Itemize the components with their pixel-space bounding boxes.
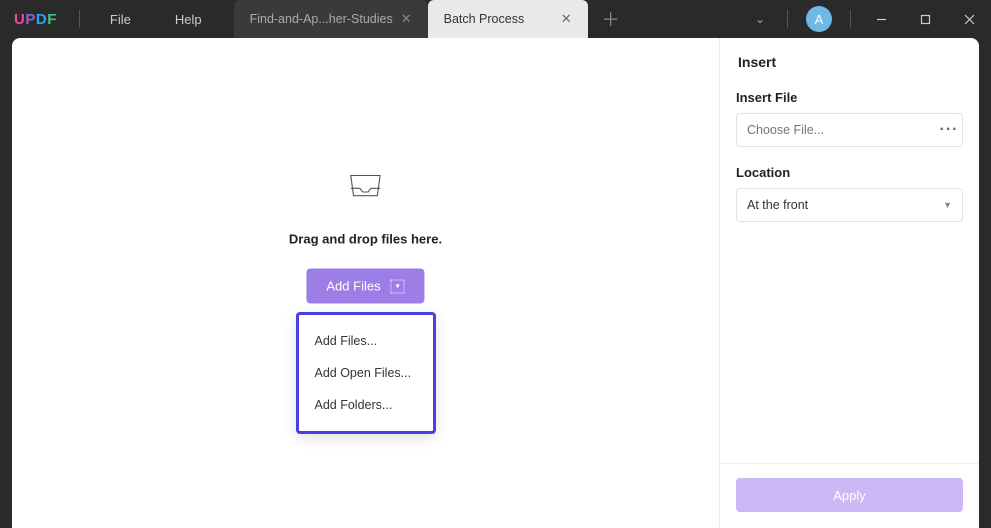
insert-file-section: Insert File ··· bbox=[720, 82, 979, 147]
location-select[interactable]: At the front ▼ bbox=[736, 188, 963, 222]
dropdown-item-add-open-files[interactable]: Add Open Files... bbox=[299, 357, 433, 389]
separator bbox=[787, 10, 788, 28]
add-files-button[interactable]: Add Files bbox=[306, 269, 424, 304]
tab-label: Batch Process bbox=[444, 12, 525, 26]
menu-help[interactable]: Help bbox=[153, 12, 224, 27]
separator bbox=[850, 10, 851, 28]
tab-strip: Find-and-Ap...her-Studies ✕ Batch Proces… bbox=[234, 0, 634, 38]
apply-button[interactable]: Apply bbox=[736, 478, 963, 512]
app-logo: UPDF bbox=[0, 11, 71, 28]
close-icon[interactable]: ✕ bbox=[561, 11, 572, 27]
separator bbox=[79, 10, 80, 28]
location-value: At the front bbox=[747, 198, 808, 212]
main-panel: Drag and drop files here. Add Files Add … bbox=[12, 38, 719, 528]
window-close-button[interactable] bbox=[947, 0, 991, 38]
window-maximize-button[interactable] bbox=[903, 0, 947, 38]
dropdown-item-add-files[interactable]: Add Files... bbox=[299, 325, 433, 357]
insert-file-label: Insert File bbox=[736, 90, 963, 105]
chevron-down-icon: ▼ bbox=[943, 200, 952, 210]
avatar[interactable]: A bbox=[806, 6, 832, 32]
sidebar-title: Insert bbox=[720, 38, 979, 82]
window-minimize-button[interactable] bbox=[859, 0, 903, 38]
new-tab-button[interactable]: ＋ bbox=[588, 0, 634, 38]
browse-icon[interactable]: ··· bbox=[936, 121, 962, 139]
location-section: Location At the front ▼ bbox=[720, 157, 979, 222]
location-label: Location bbox=[736, 165, 963, 180]
titlebar-right: ⌄ A bbox=[741, 0, 991, 38]
inbox-icon bbox=[289, 165, 442, 214]
dropdown-toggle-icon[interactable] bbox=[391, 279, 405, 293]
tab-label: Find-and-Ap...her-Studies bbox=[250, 12, 393, 26]
tab-batch-process[interactable]: Batch Process ✕ bbox=[428, 0, 588, 38]
choose-file-input[interactable] bbox=[737, 123, 936, 137]
workspace: Drag and drop files here. Add Files Add … bbox=[12, 38, 979, 528]
chevron-down-icon[interactable]: ⌄ bbox=[741, 12, 779, 26]
title-bar: UPDF File Help Find-and-Ap...her-Studies… bbox=[0, 0, 991, 38]
dropdown-item-add-folders[interactable]: Add Folders... bbox=[299, 389, 433, 421]
drop-zone[interactable]: Drag and drop files here. Add Files bbox=[289, 165, 442, 304]
menu-file[interactable]: File bbox=[88, 12, 153, 27]
drop-text: Drag and drop files here. bbox=[289, 232, 442, 247]
sidebar: Insert Insert File ··· Location At the f… bbox=[719, 38, 979, 528]
close-icon[interactable]: ✕ bbox=[401, 11, 412, 27]
add-files-dropdown: Add Files... Add Open Files... Add Folde… bbox=[296, 312, 436, 434]
tab-document[interactable]: Find-and-Ap...her-Studies ✕ bbox=[234, 0, 428, 38]
add-files-label: Add Files bbox=[326, 279, 380, 294]
sidebar-footer: Apply bbox=[720, 463, 979, 528]
choose-file-field[interactable]: ··· bbox=[736, 113, 963, 147]
